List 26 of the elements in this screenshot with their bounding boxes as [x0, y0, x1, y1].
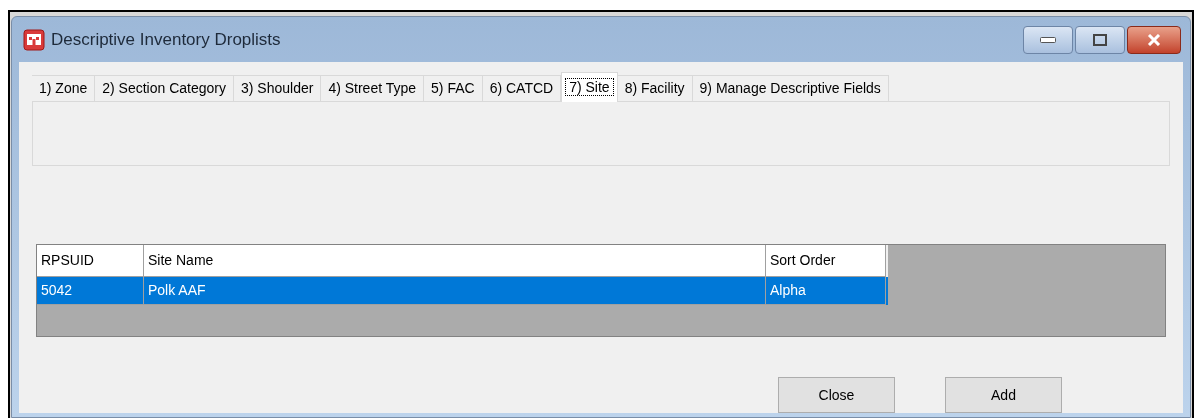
minimize-icon	[1040, 36, 1056, 43]
tab[interactable]: 9) Manage Descriptive Fields	[692, 75, 889, 102]
close-icon	[1147, 33, 1161, 46]
tab[interactable]: 1) Zone	[32, 75, 96, 102]
table-cell: Polk AAF	[144, 277, 766, 305]
tab[interactable]: 5) FAC	[424, 75, 483, 102]
column-header[interactable]: Site Name	[144, 245, 766, 277]
table-cell: Alpha	[766, 277, 886, 305]
tab[interactable]: 6) CATCD	[482, 75, 562, 102]
tab[interactable]: 3) Shoulder	[234, 75, 322, 102]
table-cell: 5042	[37, 277, 144, 305]
column-header[interactable]: RPSUID	[37, 245, 144, 277]
close-window-button[interactable]	[1127, 25, 1181, 54]
minimize-button[interactable]	[1023, 25, 1073, 54]
add-button[interactable]: Add	[945, 377, 1062, 413]
table-row[interactable]: 5042 Polk AAF Alpha	[37, 277, 888, 305]
maximize-icon	[1093, 33, 1107, 46]
tab[interactable]: 7) Site	[561, 72, 618, 102]
column-header[interactable]: Sort Order	[766, 245, 886, 277]
tab[interactable]: 4) Street Type	[321, 75, 425, 102]
tab[interactable]: 8) Facility	[617, 75, 693, 102]
close-button[interactable]: Close	[778, 377, 895, 413]
window-title: Descriptive Inventory Droplists	[51, 28, 281, 51]
tab[interactable]: 2) Section Category	[95, 75, 234, 102]
maximize-button[interactable]	[1075, 25, 1125, 54]
app-icon	[23, 28, 45, 51]
